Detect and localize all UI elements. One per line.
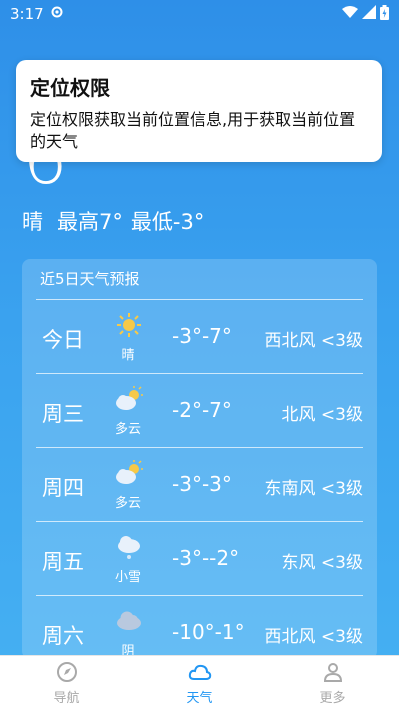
forecast-wind: 西北风 <3级 bbox=[264, 627, 363, 647]
forecast-card: 近5日天气预报 今日 晴 -3°-7° 西北风 <3级 周三 多云 -2°-7°… bbox=[22, 259, 377, 659]
status-left: 3:17 bbox=[10, 5, 64, 23]
dialog-title: 定位权限 bbox=[30, 76, 110, 100]
light-snow-icon bbox=[114, 534, 144, 560]
forecast-temps: -2°-7° bbox=[172, 398, 232, 422]
weather-summary: 晴 最高7° 最低-3° bbox=[22, 206, 204, 236]
forecast-condition: 多云 bbox=[114, 422, 141, 437]
dialog-body: 定位权限获取当前位置信息,用于获取当前位置的天气 bbox=[30, 110, 356, 151]
forecast-condition: 小雪 bbox=[114, 570, 141, 585]
nav-item-navigation[interactable]: 导航 bbox=[0, 656, 133, 709]
forecast-temps: -3°-3° bbox=[172, 472, 232, 496]
sun-icon bbox=[114, 312, 144, 338]
status-right bbox=[342, 4, 389, 24]
compass-icon bbox=[55, 660, 79, 684]
forecast-day: 周三 bbox=[42, 402, 84, 426]
cloud-icon bbox=[188, 660, 212, 684]
nav-item-more[interactable]: 更多 bbox=[266, 656, 399, 709]
nav-label: 导航 bbox=[53, 691, 80, 706]
forecast-row[interactable]: 周三 多云 -2°-7° 北风 <3级 bbox=[36, 374, 363, 448]
wifi-icon bbox=[342, 5, 358, 23]
nav-label: 更多 bbox=[319, 691, 346, 706]
forecast-header: 近5日天气预报 bbox=[36, 259, 363, 300]
location-permission-dialog: 定位权限 定位权限获取当前位置信息,用于获取当前位置的天气 bbox=[16, 60, 382, 162]
user-icon bbox=[321, 660, 345, 684]
forecast-row[interactable]: 周四 多云 -3°-3° 东南风 <3级 bbox=[36, 448, 363, 522]
forecast-row[interactable]: 周五 小雪 -3°--2° 东风 <3级 bbox=[36, 522, 363, 596]
forecast-condition: 多云 bbox=[114, 496, 141, 511]
battery-icon bbox=[380, 4, 389, 24]
summary-low: 最低-3° bbox=[130, 210, 205, 234]
forecast-row[interactable]: 周六 阴 -10°-1° 西北风 <3级 bbox=[36, 596, 363, 659]
summary-condition: 晴 bbox=[22, 210, 43, 234]
signal-icon bbox=[362, 5, 376, 23]
nav-item-weather[interactable]: 天气 bbox=[133, 656, 266, 709]
forecast-temps: -3°-7° bbox=[172, 324, 232, 348]
status-time: 3:17 bbox=[10, 5, 44, 23]
forecast-day: 周五 bbox=[42, 550, 84, 574]
bottom-nav: 导航 天气 更多 bbox=[0, 655, 399, 709]
summary-high: 最高7° bbox=[57, 210, 123, 234]
forecast-wind: 东风 <3级 bbox=[281, 553, 363, 573]
forecast-day: 周四 bbox=[42, 476, 84, 500]
forecast-temps: -3°--2° bbox=[172, 546, 240, 570]
forecast-day: 周六 bbox=[42, 624, 84, 648]
settings-icon bbox=[50, 5, 64, 23]
partly-cloudy-icon bbox=[114, 386, 144, 412]
forecast-wind: 北风 <3级 bbox=[281, 405, 363, 425]
forecast-wind: 东南风 <3级 bbox=[264, 479, 363, 499]
overcast-icon bbox=[114, 608, 144, 634]
forecast-temps: -10°-1° bbox=[172, 620, 245, 644]
forecast-day: 今日 bbox=[42, 328, 84, 352]
forecast-wind: 西北风 <3级 bbox=[264, 331, 363, 351]
forecast-condition: 晴 bbox=[121, 348, 135, 363]
status-bar: 3:17 bbox=[0, 0, 399, 28]
partly-cloudy-icon bbox=[114, 460, 144, 486]
forecast-row[interactable]: 今日 晴 -3°-7° 西北风 <3级 bbox=[36, 300, 363, 374]
nav-label: 天气 bbox=[186, 691, 213, 706]
